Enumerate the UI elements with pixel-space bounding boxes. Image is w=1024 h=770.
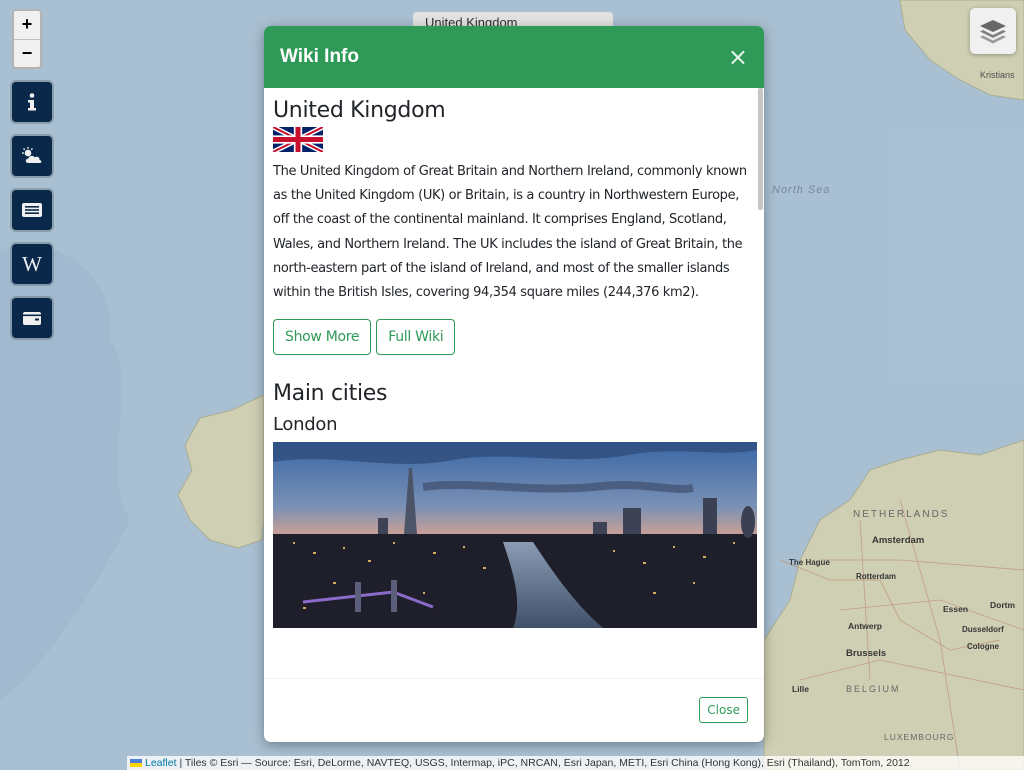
modal-footer: Close — [264, 678, 764, 742]
show-more-button[interactable]: Show More — [273, 319, 372, 356]
country-summary: The United Kingdom of Great Britain and … — [273, 164, 747, 301]
wiki-info-modal: Wiki Info × United Kingdom The United Ki… — [264, 26, 764, 742]
summary-actions: Show More Full Wiki — [273, 319, 756, 356]
main-cities-heading: Main cities — [273, 381, 388, 407]
country-name: United Kingdom — [273, 98, 446, 123]
city-photo — [273, 442, 757, 629]
modal-body[interactable]: United Kingdom The United Kingdom of Gre… — [264, 88, 764, 678]
full-wiki-button[interactable]: Full Wiki — [376, 319, 456, 356]
modal-scrollbar[interactable] — [758, 88, 763, 210]
modal-title: Wiki Info — [280, 46, 359, 67]
modal-header: Wiki Info × — [264, 26, 764, 88]
leaflet-link[interactable]: Leaflet — [145, 757, 177, 769]
ukraine-flag-icon — [130, 759, 142, 767]
close-icon[interactable]: × — [728, 45, 748, 69]
map-attribution: Leaflet | Tiles © Esri — Source: Esri, D… — [127, 756, 1024, 770]
close-button[interactable]: Close — [699, 697, 748, 723]
uk-flag-icon — [273, 127, 323, 152]
city-name: London — [273, 414, 338, 436]
attribution-text: | Tiles © Esri — Source: Esri, DeLorme, … — [176, 757, 910, 769]
